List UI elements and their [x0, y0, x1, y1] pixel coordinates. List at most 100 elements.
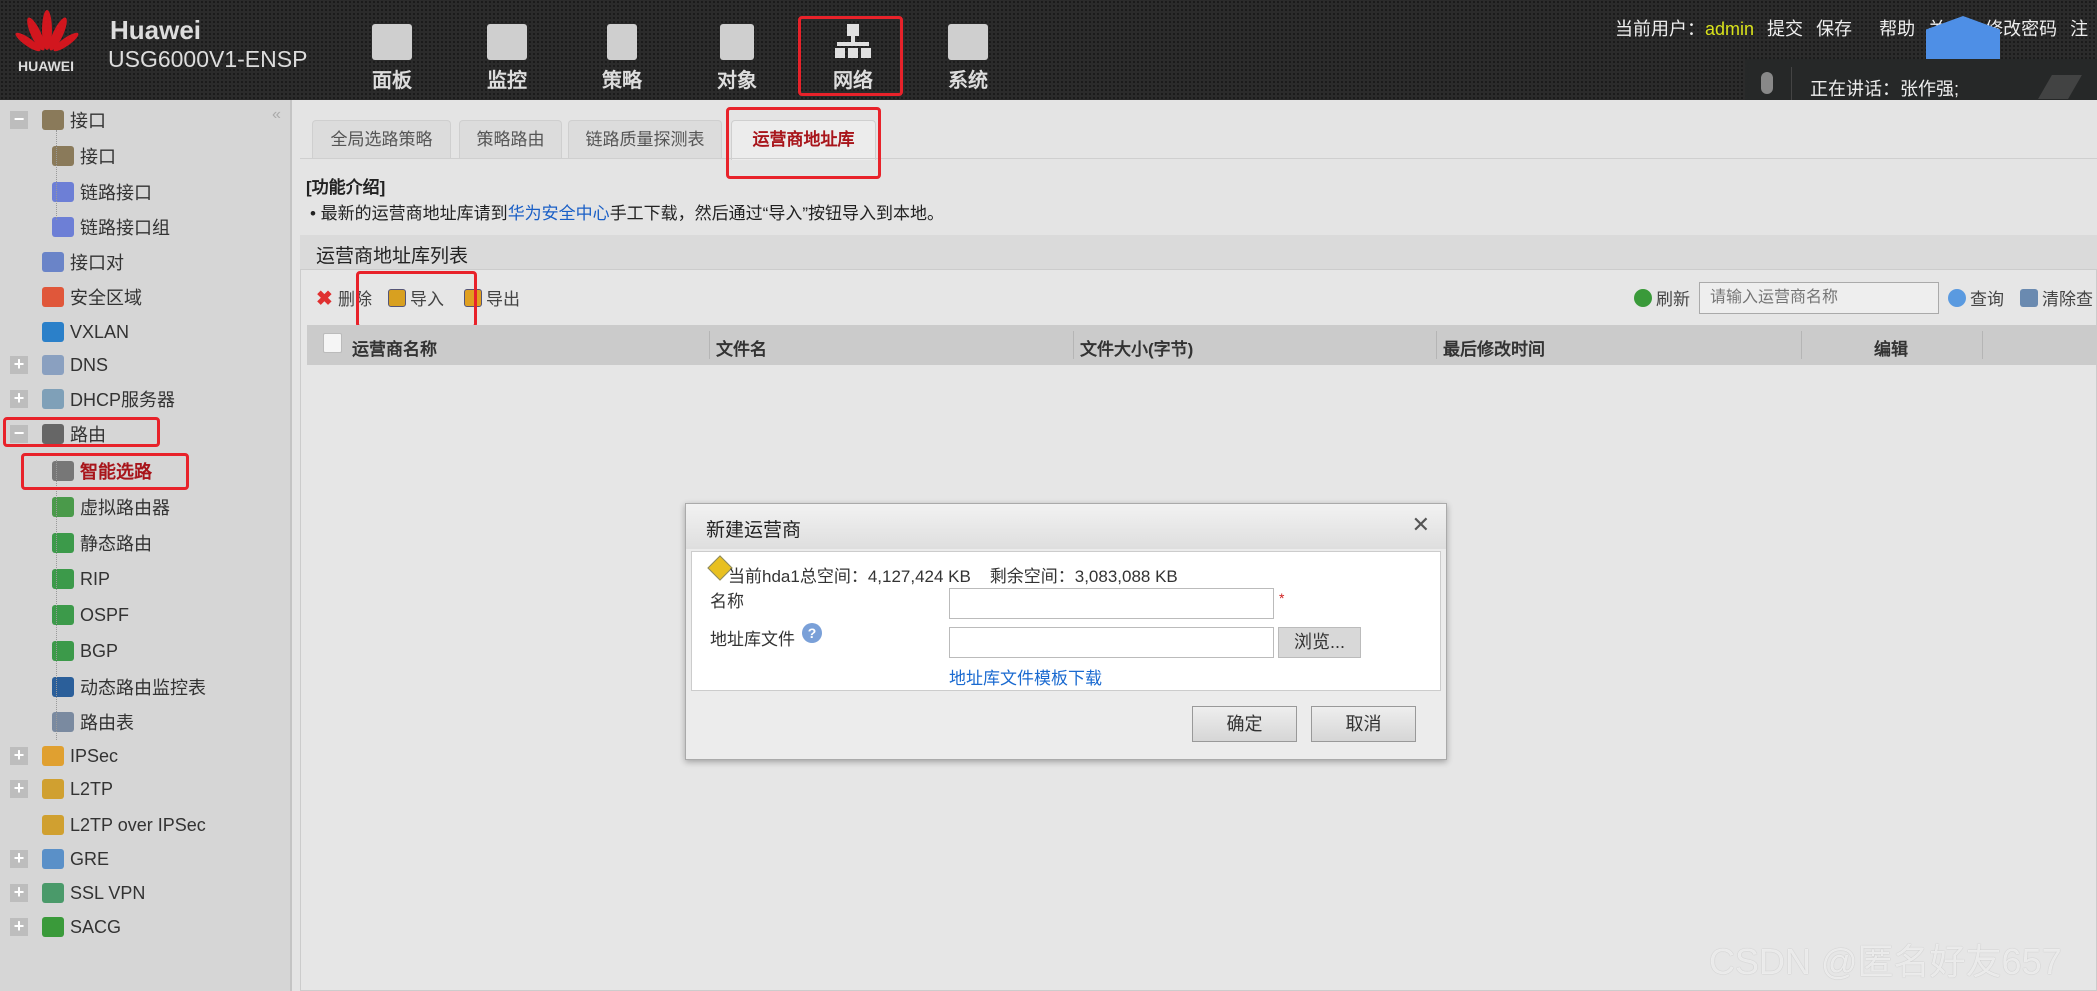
sidebar-item[interactable]: SACG [0, 912, 121, 942]
sidebar-item-label: L2TP over IPSec [70, 814, 206, 835]
sidebar-item-label: SACG [70, 916, 122, 937]
sidebar-item[interactable]: 接口 [52, 141, 116, 171]
column-divider [709, 331, 710, 359]
logout-link[interactable]: 注 [2070, 19, 2088, 39]
trash-icon [2020, 288, 2038, 307]
sidebar-item-icon [42, 355, 64, 375]
query-button[interactable]: 查询 [1948, 285, 2004, 310]
column-divider [1073, 331, 1074, 359]
column-file-name[interactable]: 文件名 [716, 335, 767, 360]
sidebar-item[interactable]: 虚拟路由器 [52, 492, 170, 522]
column-divider [1436, 331, 1437, 359]
sidebar-item-label: OSPF [80, 604, 130, 625]
table-header: 运营商名称 文件名 文件大小(字节) 最后修改时间 编辑 [307, 325, 2097, 365]
sidebar-item[interactable]: RIP [52, 564, 110, 594]
cancel-button[interactable]: 取消 [1311, 706, 1416, 742]
sidebar-item[interactable]: L2TP [0, 774, 113, 804]
browse-button[interactable]: 浏览... [1278, 627, 1361, 658]
sidebar-item-icon [42, 322, 64, 342]
help-link[interactable]: 帮助 [1879, 19, 1915, 39]
refresh-label: 刷新 [1656, 290, 1690, 310]
column-modified-time[interactable]: 最后修改时间 [1443, 335, 1545, 360]
sidebar-item[interactable]: 接口对 [0, 247, 124, 277]
sidebar-item-label: 链路接口 [80, 183, 152, 203]
sidebar-item[interactable]: 静态路由 [52, 528, 152, 558]
sidebar-item-label: 接口对 [70, 253, 124, 273]
sidebar-item[interactable]: 路由表 [52, 707, 134, 737]
close-icon[interactable]: ✕ [1412, 512, 1430, 538]
highlight-box [798, 16, 903, 96]
system-icon [948, 24, 988, 60]
isp-name-input[interactable] [949, 588, 1274, 619]
column-isp-name[interactable]: 运营商名称 [352, 335, 437, 360]
nav-dashboard[interactable]: 面板 [342, 18, 442, 94]
sidebar-item[interactable]: 链路接口 [52, 177, 152, 207]
sidebar-item[interactable]: L2TP over IPSec [0, 810, 206, 840]
sidebar-item[interactable]: SSL VPN [0, 878, 145, 908]
sidebar-item-icon [42, 779, 64, 799]
export-label: 导出 [486, 290, 520, 310]
sidebar-item[interactable]: IPSec [0, 741, 118, 771]
sidebar-item-label: VXLAN [70, 321, 130, 342]
clear-query-button[interactable]: 清除查 [2020, 285, 2093, 310]
security-center-link[interactable]: 华为安全中心 [508, 204, 610, 223]
username: admin [1705, 19, 1755, 39]
intro-text: • 最新的运营商地址库请到华为安全中心手工下载，然后通过“导入”按钮导入到本地。 [310, 199, 944, 224]
column-file-size[interactable]: 文件大小(字节) [1080, 335, 1193, 360]
sidebar-item-label: 路由表 [80, 713, 134, 733]
search-icon [1948, 288, 1966, 307]
sidebar-item[interactable]: DHCP服务器 [0, 384, 175, 414]
nav-label: 监控 [487, 70, 527, 92]
isp-search-input[interactable] [1699, 282, 1939, 314]
refresh-button[interactable]: 刷新 [1634, 285, 1690, 310]
logo-text: HUAWEI [18, 58, 74, 74]
select-all-checkbox[interactable] [323, 333, 342, 353]
submit-link[interactable]: 提交 [1767, 19, 1803, 39]
panel-title: 运营商地址库列表 [300, 235, 2097, 270]
sidebar-item[interactable]: 接口 [0, 105, 106, 135]
sidebar-item-label: 接口 [80, 147, 116, 167]
tab-link-quality[interactable]: 链路质量探测表 [568, 120, 722, 158]
name-label: 名称 [710, 592, 744, 611]
nav-policy[interactable]: 策略 [572, 18, 672, 94]
ok-button[interactable]: 确定 [1192, 706, 1297, 742]
dashboard-icon [372, 24, 412, 60]
help-icon[interactable]: ? [802, 623, 822, 643]
file-path-input[interactable] [949, 627, 1274, 658]
nav-object[interactable]: 对象 [687, 18, 787, 94]
column-divider [1801, 331, 1802, 359]
highlight-box [356, 271, 477, 328]
clear-label: 清除查 [2042, 290, 2093, 310]
sidebar-item[interactable]: DNS [0, 350, 108, 380]
tab-policy-routing[interactable]: 策略路由 [459, 120, 562, 158]
sidebar-item-label: DHCP服务器 [70, 390, 176, 410]
policy-icon [607, 24, 637, 60]
sidebar-item[interactable]: OSPF [52, 600, 129, 630]
nav-label: 系统 [948, 70, 988, 92]
sidebar-item-label: RIP [80, 568, 111, 589]
tab-global-route-policy[interactable]: 全局选路策略 [312, 120, 451, 158]
sidebar-item[interactable]: VXLAN [0, 317, 129, 347]
microphone-icon [1761, 72, 1773, 94]
nav-monitor[interactable]: 监控 [457, 18, 557, 94]
collapse-sidebar-icon[interactable]: « [272, 106, 281, 124]
dialog-title: 新建运营商 [686, 504, 1446, 549]
template-download-link[interactable]: 地址库文件模板下载 [949, 664, 1102, 689]
highlight-box [3, 417, 160, 447]
sidebar-item[interactable]: 链路接口组 [52, 212, 170, 242]
sidebar-item-label: 接口 [70, 111, 106, 131]
sidebar-item-label: L2TP [70, 778, 114, 799]
nav-system[interactable]: 系统 [918, 18, 1018, 94]
nav-label: 对象 [717, 70, 757, 92]
sidebar-item[interactable]: BGP [52, 636, 118, 666]
user-bar: 当前用户：admin 提交 保存 帮助 关 修改密码 注 [1615, 15, 2096, 41]
highlight-box [21, 453, 189, 490]
sidebar-item-icon [42, 287, 64, 307]
sidebar-item-icon [42, 252, 64, 272]
save-link[interactable]: 保存 [1816, 19, 1852, 39]
sidebar-item[interactable]: 安全区域 [0, 282, 142, 312]
user-label: 当前用户： [1615, 19, 1705, 39]
sidebar-item[interactable]: GRE [0, 844, 109, 874]
sidebar-item[interactable]: 动态路由监控表 [52, 672, 206, 702]
column-edit: 编辑 [1874, 340, 1908, 359]
